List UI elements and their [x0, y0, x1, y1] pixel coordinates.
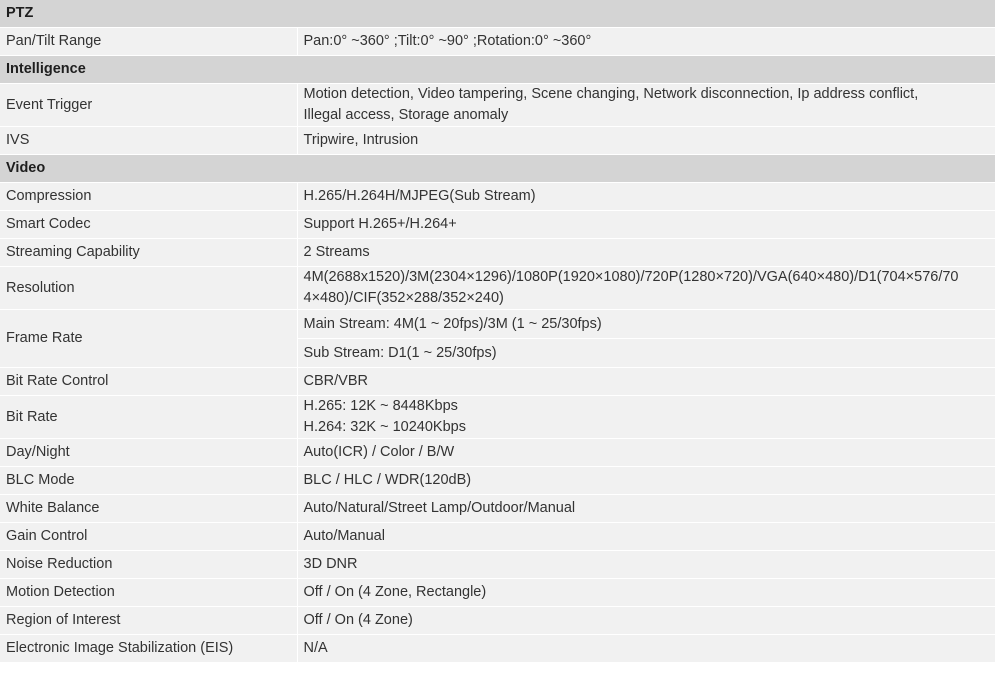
spec-table-body: PTZ Pan/Tilt Range Pan:0° ~360° ;Tilt:0° ~…	[0, 0, 995, 663]
spec-value: Support H.265+/H.264+	[297, 210, 995, 239]
spec-value: Off / On (4 Zone, Rectangle)	[297, 578, 995, 607]
spec-label: Region of Interest	[0, 606, 298, 635]
spec-value: Motion detection, Video tampering, Scene…	[297, 83, 995, 127]
spec-label: Pan/Tilt Range	[0, 27, 298, 56]
spec-value-line: 2 Streams	[303, 244, 370, 260]
spec-value-line: N/A	[303, 640, 328, 656]
spec-row: Smart Codec Support H.265+/H.264+	[0, 210, 995, 239]
spec-value-line: Tripwire, Intrusion	[303, 132, 419, 148]
spec-value-line: Support H.265+/H.264+	[303, 216, 457, 232]
spec-value-line: Auto/Natural/Street Lamp/Outdoor/Manual	[303, 500, 576, 516]
spec-row: IVS Tripwire, Intrusion	[0, 126, 995, 155]
spec-value: CBR/VBR	[297, 367, 995, 396]
spec-label: Event Trigger	[0, 83, 298, 127]
spec-row: Electronic Image Stabilization (EIS) N/A	[0, 634, 995, 663]
spec-label: White Balance	[0, 494, 298, 523]
spec-label: Electronic Image Stabilization (EIS)	[0, 634, 298, 663]
spec-row: Compression H.265/H.264H/MJPEG(Sub Stream…	[0, 182, 995, 211]
spec-row: Event Trigger Motion detection, Video tam…	[0, 83, 995, 127]
spec-label: Bit Rate	[0, 395, 298, 439]
spec-label: Bit Rate Control	[0, 367, 298, 396]
spec-value-line: Off / On (4 Zone)	[303, 612, 413, 628]
spec-row: Bit Rate H.265: 12K ~ 8448Kbps H.264: 32K …	[0, 395, 995, 439]
spec-table: PTZ Pan/Tilt Range Pan:0° ~360° ;Tilt:0° ~…	[0, 0, 995, 663]
spec-label: Streaming Capability	[0, 238, 298, 267]
spec-label: Frame Rate	[0, 309, 298, 368]
spec-label: BLC Mode	[0, 466, 298, 495]
spec-label: Gain Control	[0, 522, 298, 551]
spec-value-line: Auto/Manual	[303, 528, 385, 544]
spec-value-line: 3D DNR	[303, 556, 358, 572]
spec-value-line: Off / On (4 Zone, Rectangle)	[303, 584, 487, 600]
spec-value-line: H.265: 12K ~ 8448Kbps	[303, 398, 458, 414]
spec-value: Main Stream: 4M(1 ~ 20fps)/3M (1 ~ 25/30…	[297, 309, 995, 339]
spec-label: Motion Detection	[0, 578, 298, 607]
spec-row: Day/Night Auto(ICR) / Color / B/W	[0, 438, 995, 467]
spec-row: Gain Control Auto/Manual	[0, 522, 995, 551]
spec-value-line: Pan:0° ~360° ;Tilt:0° ~90° ;Rotation:0° …	[303, 33, 592, 49]
spec-value: Off / On (4 Zone)	[297, 606, 995, 635]
spec-value-line: Illegal access, Storage anomaly	[303, 107, 509, 123]
spec-row: Motion Detection Off / On (4 Zone, Rectan…	[0, 578, 995, 607]
spec-value: Tripwire, Intrusion	[297, 126, 995, 155]
spec-row: Noise Reduction 3D DNR	[0, 550, 995, 579]
section-title: PTZ	[0, 0, 995, 28]
spec-value: 2 Streams	[297, 238, 995, 267]
spec-value: H.265/H.264H/MJPEG(Sub Stream)	[297, 182, 995, 211]
section-header: Intelligence	[0, 55, 995, 84]
spec-row: Region of Interest Off / On (4 Zone)	[0, 606, 995, 635]
spec-value-line: CBR/VBR	[303, 373, 368, 389]
spec-value-line: H.264: 32K ~ 10240Kbps	[303, 419, 466, 435]
spec-value: Pan:0° ~360° ;Tilt:0° ~90° ;Rotation:0° …	[297, 27, 995, 56]
spec-row: Bit Rate Control CBR/VBR	[0, 367, 995, 396]
spec-value: Auto/Natural/Street Lamp/Outdoor/Manual	[297, 494, 995, 523]
section-title: Video	[0, 154, 995, 183]
spec-row: Resolution 4M(2688x1520)/3M(2304×1296)/10…	[0, 266, 995, 310]
spec-label: Noise Reduction	[0, 550, 298, 579]
spec-value-line: Motion detection, Video tampering, Scene…	[303, 86, 919, 102]
spec-value-line: 4×480)/CIF(352×288/352×240)	[303, 290, 504, 306]
spec-value: 4M(2688x1520)/3M(2304×1296)/1080P(1920×1…	[297, 266, 995, 310]
spec-value: 3D DNR	[297, 550, 995, 579]
spec-value: H.265: 12K ~ 8448Kbps H.264: 32K ~ 10240K…	[297, 395, 995, 439]
spec-value-line: BLC / HLC / WDR(120dB)	[303, 472, 472, 488]
section-header: Video	[0, 154, 995, 183]
section-header: PTZ	[0, 0, 995, 28]
spec-value-line: H.265/H.264H/MJPEG(Sub Stream)	[303, 188, 536, 204]
spec-value: Auto(ICR) / Color / B/W	[297, 438, 995, 467]
spec-row: Streaming Capability 2 Streams	[0, 238, 995, 267]
spec-value: BLC / HLC / WDR(120dB)	[297, 466, 995, 495]
spec-label: Resolution	[0, 266, 298, 310]
spec-value: N/A	[297, 634, 995, 663]
spec-label: Smart Codec	[0, 210, 298, 239]
spec-value-line: 4M(2688x1520)/3M(2304×1296)/1080P(1920×1…	[303, 269, 959, 285]
spec-value-line: Auto(ICR) / Color / B/W	[303, 444, 455, 460]
spec-label: Compression	[0, 182, 298, 211]
spec-value: Sub Stream: D1(1 ~ 25/30fps)	[297, 338, 995, 368]
spec-label: Day/Night	[0, 438, 298, 467]
spec-row: Pan/Tilt Range Pan:0° ~360° ;Tilt:0° ~90°…	[0, 27, 995, 56]
spec-row: Frame Rate Main Stream: 4M(1 ~ 20fps)/3M …	[0, 309, 995, 368]
spec-value: Auto/Manual	[297, 522, 995, 551]
section-title: Intelligence	[0, 55, 995, 84]
spec-row: BLC Mode BLC / HLC / WDR(120dB)	[0, 466, 995, 495]
spec-label: IVS	[0, 126, 298, 155]
spec-row: White Balance Auto/Natural/Street Lamp/Ou…	[0, 494, 995, 523]
